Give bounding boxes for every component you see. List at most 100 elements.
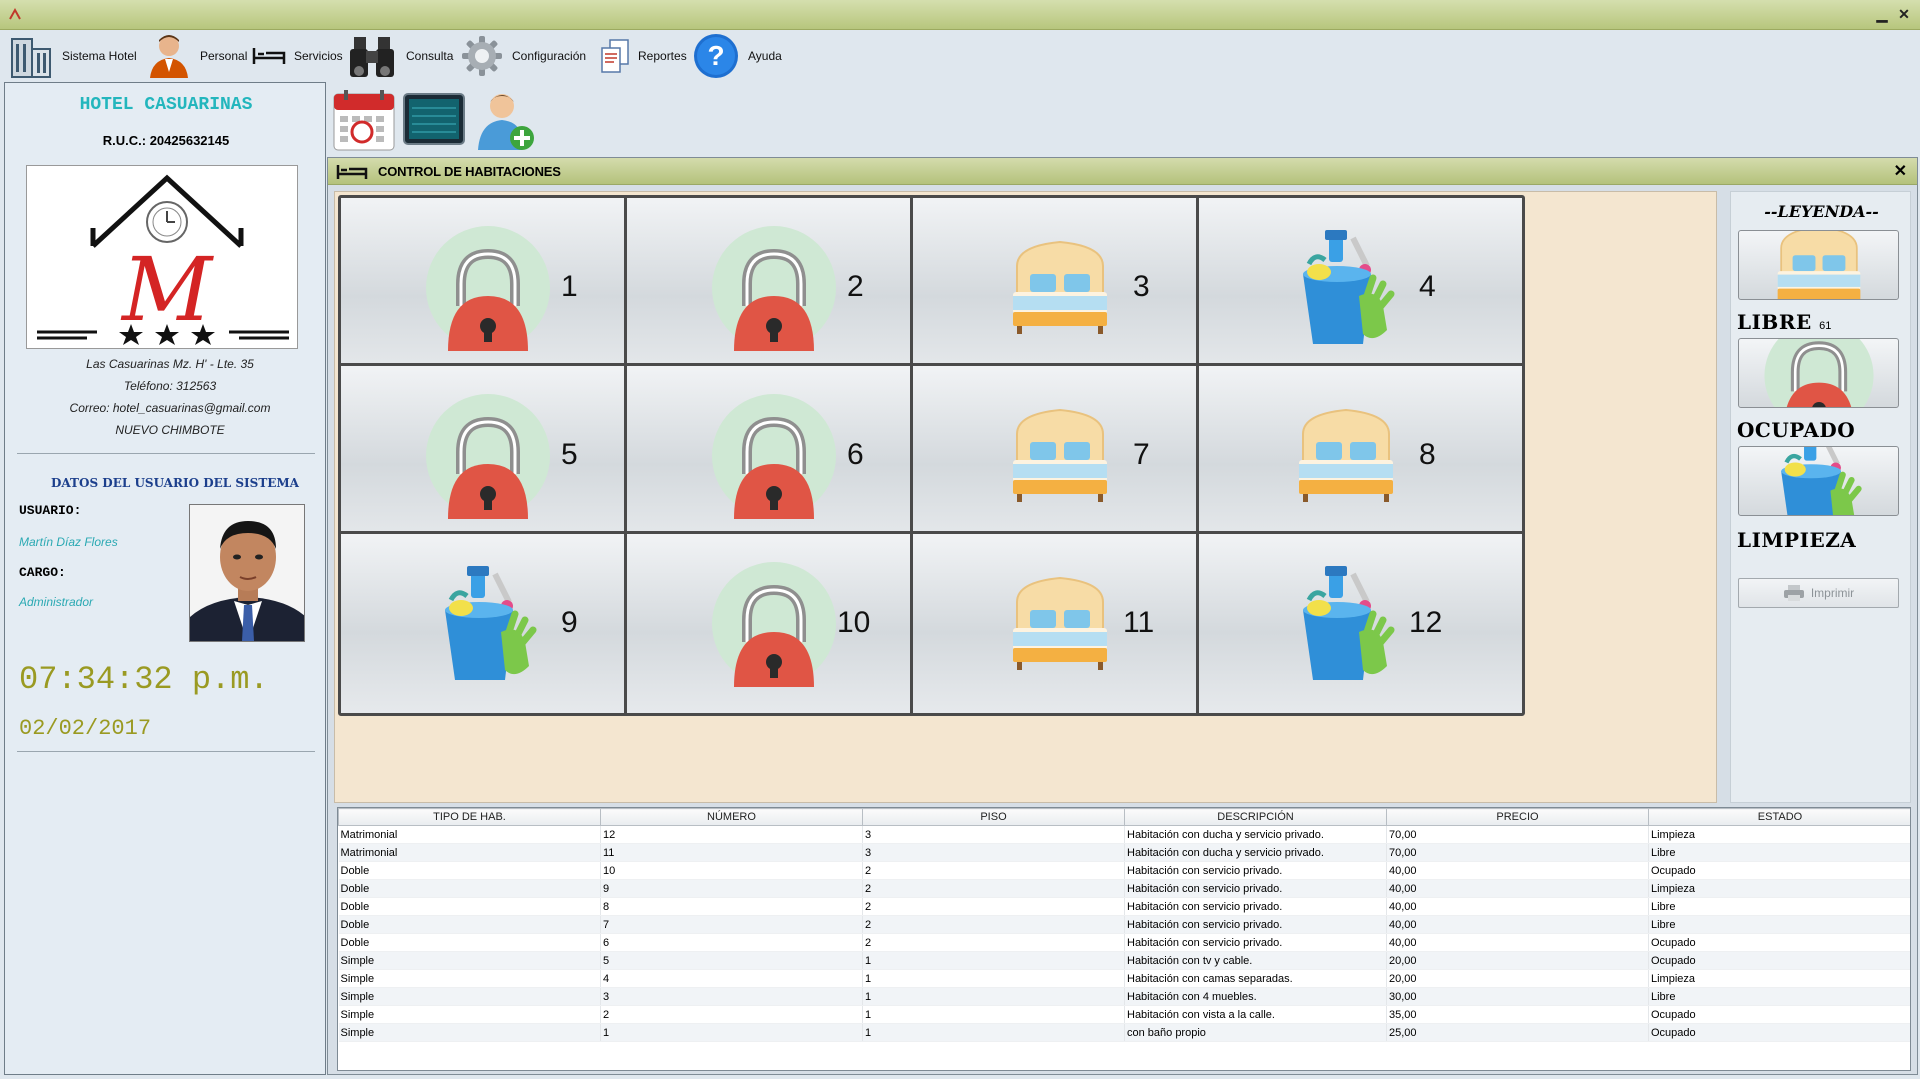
legend-limpieza-label: LIMPIEZA bbox=[1737, 528, 1857, 552]
room-card-5[interactable]: 5 bbox=[338, 363, 667, 548]
rooms-table[interactable]: TIPO DE HAB. NÚMERO PISO DESCRIPCIÓN PRECIO E… bbox=[337, 807, 1911, 1071]
column-header[interactable]: DESCRIPCIÓN bbox=[1124, 808, 1387, 826]
menu-label: Personal bbox=[200, 49, 248, 63]
table-cell: Ocupado bbox=[1648, 933, 1910, 952]
table-row[interactable]: Simple 4 1 Habitación con camas separadas. 2… bbox=[338, 969, 1910, 988]
menu-sistema-hotel[interactable]: Sistema Hotel bbox=[8, 30, 137, 82]
table-row[interactable]: Simple 2 1 Habitación con vista a la calle.… bbox=[338, 1005, 1910, 1024]
table-cell: 12 bbox=[600, 825, 863, 844]
menu-configuracion[interactable]: Configuración bbox=[460, 30, 586, 82]
table-cell: 40,00 bbox=[1386, 861, 1649, 880]
table-cell: 5 bbox=[600, 951, 863, 970]
clock-date: 02/02/2017 bbox=[19, 716, 152, 741]
close-window-button[interactable]: ✕ bbox=[1896, 6, 1912, 22]
menu-consulta[interactable]: Consulta bbox=[348, 30, 453, 82]
table-row[interactable]: Matrimonial 12 3 Habitación con ducha y ser… bbox=[338, 825, 1910, 844]
minimize-button[interactable]: ▁ bbox=[1874, 6, 1890, 22]
menu-servicios[interactable]: Servicios bbox=[252, 30, 343, 82]
table-cell: 1 bbox=[862, 1023, 1125, 1042]
column-header[interactable]: TIPO DE HAB. bbox=[338, 808, 601, 826]
table-cell: Libre bbox=[1648, 915, 1910, 934]
legend-ocupado-label: OCUPADO bbox=[1737, 418, 1856, 442]
table-cell: 70,00 bbox=[1386, 843, 1649, 862]
table-cell: Habitación con servicio privado. bbox=[1124, 879, 1387, 898]
monitor-tool-button[interactable] bbox=[402, 88, 466, 152]
table-cell: Limpieza bbox=[1648, 969, 1910, 988]
close-room-control-button[interactable]: ✕ bbox=[1894, 161, 1907, 181]
table-cell: 40,00 bbox=[1386, 879, 1649, 898]
legend-panel: --LEYENDA-- LIBRE 61 OCUPADO LIMPIEZA Im… bbox=[1730, 191, 1911, 803]
menu-ayuda[interactable]: ? Ayuda bbox=[692, 30, 782, 82]
room-card-12[interactable]: 12 bbox=[1196, 531, 1525, 716]
bed-icon bbox=[995, 226, 1125, 351]
room-number: 11 bbox=[1123, 606, 1155, 639]
table-cell: Limpieza bbox=[1648, 825, 1910, 844]
table-row[interactable]: Simple 5 1 Habitación con tv y cable. 20,00 O… bbox=[338, 951, 1910, 970]
table-cell: 9 bbox=[600, 879, 863, 898]
room-number: 10 bbox=[837, 606, 871, 639]
table-cell: 1 bbox=[862, 987, 1125, 1006]
table-row[interactable]: Doble 6 2 Habitación con servicio privado. 4… bbox=[338, 933, 1910, 952]
table-cell: 2 bbox=[862, 861, 1125, 880]
table-cell: Limpieza bbox=[1648, 879, 1910, 898]
legend-libre-count: 61 bbox=[1819, 320, 1832, 332]
title-bar: ▁ ✕ bbox=[0, 0, 1920, 30]
table-row[interactable]: Doble 8 2 Habitación con servicio privado. 4… bbox=[338, 897, 1910, 916]
room-card-7[interactable]: 7 bbox=[910, 363, 1239, 548]
room-card-8[interactable]: 8 bbox=[1196, 363, 1525, 548]
room-card-1[interactable]: 1 bbox=[338, 195, 667, 380]
table-cell: 40,00 bbox=[1386, 933, 1649, 952]
hotel-phone: Teléfono: 312563 bbox=[123, 379, 217, 393]
column-header[interactable]: NÚMERO bbox=[600, 808, 863, 826]
lock-icon bbox=[423, 394, 553, 519]
menu-label: Servicios bbox=[294, 49, 343, 63]
legend-limpieza-button[interactable] bbox=[1738, 446, 1899, 516]
room-number: 8 bbox=[1419, 438, 1436, 471]
table-cell: 11 bbox=[600, 843, 863, 862]
table-cell: 2 bbox=[862, 879, 1125, 898]
help-icon: ? bbox=[694, 34, 738, 78]
legend-ocupado-button[interactable] bbox=[1738, 338, 1899, 408]
room-control-title: CONTROL DE HABITACIONES bbox=[378, 164, 561, 179]
menu-label: Sistema Hotel bbox=[62, 49, 137, 63]
table-cell: Ocupado bbox=[1648, 951, 1910, 970]
menu-label: Consulta bbox=[406, 49, 454, 63]
table-row[interactable]: Simple 3 1 Habitación con 4 muebles. 30,00 Li… bbox=[338, 987, 1910, 1006]
room-card-6[interactable]: 6 bbox=[624, 363, 953, 548]
column-header[interactable]: PRECIO bbox=[1386, 808, 1649, 826]
menu-reportes[interactable]: Reportes bbox=[600, 30, 687, 82]
room-card-10[interactable]: 10 bbox=[624, 531, 953, 716]
legend-title: --LEYENDA-- bbox=[1764, 202, 1879, 221]
table-row[interactable]: Matrimonial 11 3 Habitación con ducha y ser… bbox=[338, 843, 1910, 862]
table-cell: 8 bbox=[600, 897, 863, 916]
room-card-4[interactable]: 4 bbox=[1196, 195, 1525, 380]
add-user-tool-button[interactable] bbox=[474, 88, 538, 152]
binoculars-icon bbox=[350, 37, 394, 77]
room-card-11[interactable]: 11 bbox=[910, 531, 1239, 716]
table-row[interactable]: Doble 7 2 Habitación con servicio privado. 4… bbox=[338, 915, 1910, 934]
print-label: Imprimir bbox=[1810, 586, 1855, 600]
table-row[interactable]: Doble 9 2 Habitación con servicio privado. 4… bbox=[338, 879, 1910, 898]
table-cell: 2 bbox=[600, 1005, 863, 1024]
table-cell: 7 bbox=[600, 915, 863, 934]
column-header[interactable]: ESTADO bbox=[1648, 808, 1910, 826]
print-button[interactable]: Imprimir bbox=[1738, 578, 1899, 608]
column-header[interactable]: PISO bbox=[862, 808, 1125, 826]
room-card-2[interactable]: 2 bbox=[624, 195, 953, 380]
table-cell: Habitación con servicio privado. bbox=[1124, 933, 1387, 952]
room-grid: 1 2 3 4 5 6 7 8 9 10 11 12 bbox=[334, 191, 1717, 803]
calendar-tool-button[interactable] bbox=[332, 88, 396, 152]
menu-personal[interactable]: Personal bbox=[146, 30, 247, 82]
menu-label: Configuración bbox=[512, 49, 587, 63]
room-card-9[interactable]: 9 bbox=[338, 531, 667, 716]
svg-text:?: ? bbox=[707, 40, 724, 71]
table-cell: 1 bbox=[862, 1005, 1125, 1024]
table-row[interactable]: Simple 1 1 con baño propio 25,00 Ocupado bbox=[338, 1023, 1910, 1042]
room-card-3[interactable]: 3 bbox=[910, 195, 1239, 380]
table-row[interactable]: Doble 10 2 Habitación con servicio privado.… bbox=[338, 861, 1910, 880]
legend-libre-label: LIBRE 61 bbox=[1737, 310, 1831, 334]
legend-libre-button[interactable] bbox=[1738, 230, 1899, 300]
user-section-title: DATOS DEL USUARIO DEL SISTEMA bbox=[51, 476, 299, 490]
table-cell: Matrimonial bbox=[338, 843, 601, 862]
table-cell: Doble bbox=[338, 879, 601, 898]
